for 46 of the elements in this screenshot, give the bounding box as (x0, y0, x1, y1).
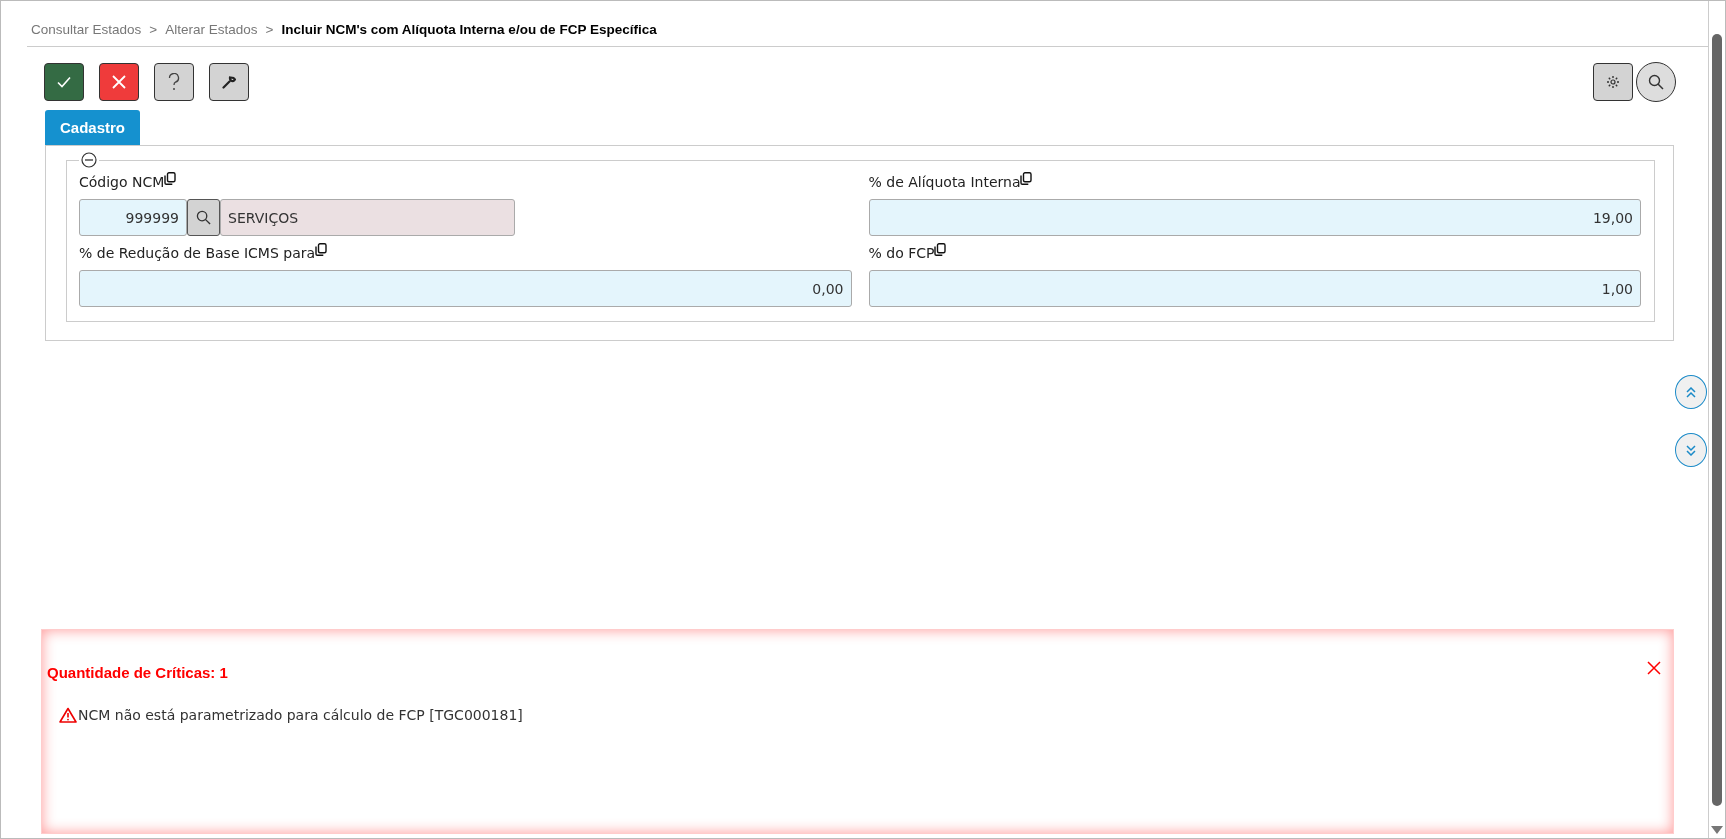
wrench-icon (222, 75, 236, 89)
copy-icon[interactable] (934, 243, 947, 256)
scroll-down-arrow-icon[interactable] (1711, 826, 1723, 834)
close-button[interactable] (1647, 660, 1661, 675)
cancel-button[interactable] (99, 63, 139, 101)
scrollbar[interactable] (1708, 1, 1725, 838)
breadcrumb-current: Incluir NCM's com Alíquota Interna e/ou de FCP Específica (281, 22, 657, 37)
close-icon (1647, 660, 1661, 675)
settings-icon (1606, 75, 1620, 89)
field-label: % de Alíquota Interna (868, 174, 1021, 190)
close-icon (112, 75, 126, 89)
number-input[interactable]: 19,00 (868, 199, 1641, 236)
scrollbar-thumb[interactable] (1712, 34, 1722, 806)
double-chevron-down-icon (1686, 444, 1696, 456)
scroll-top-button[interactable] (1675, 375, 1707, 409)
double-chevron-up-icon (1686, 386, 1696, 398)
breadcrumb-link[interactable]: Consultar Estados (31, 22, 142, 37)
lookup-button[interactable] (187, 199, 220, 236)
breadcrumb-separator: > (265, 22, 274, 37)
collapse-icon[interactable] (81, 152, 97, 168)
copy-icon[interactable] (164, 172, 177, 185)
breadcrumb-link[interactable]: Alterar Estados (165, 22, 258, 37)
description-input[interactable]: SERVIÇOS (220, 199, 515, 236)
number-input[interactable]: 1,00 (868, 270, 1641, 307)
copy-icon[interactable] (315, 243, 328, 256)
settings-button[interactable] (1593, 63, 1633, 101)
error-count-title: Quantidade de Críticas: 1 (47, 664, 228, 681)
field-label: Código NCM (79, 174, 165, 190)
question-mark-icon (168, 73, 180, 91)
check-icon (56, 74, 72, 90)
field-label: % do FCP (868, 245, 935, 261)
search-button[interactable] (1636, 62, 1676, 102)
warning-icon (59, 707, 77, 723)
breadcrumb-separator: > (149, 22, 158, 37)
copy-icon[interactable] (1020, 172, 1033, 185)
confirm-button[interactable] (44, 63, 84, 101)
scroll-bottom-button[interactable] (1675, 433, 1707, 467)
tab[interactable]: Cadastro (45, 110, 141, 145)
field-label: % de Redução de Base ICMS para (79, 245, 316, 261)
code-input[interactable]: 999999 (79, 199, 187, 236)
error-message: NCM não está parametrizado para cálculo de FCP [TGC000181] (78, 707, 523, 723)
help-button[interactable] (154, 63, 194, 101)
search-icon (196, 210, 211, 225)
number-input[interactable]: 0,00 (79, 270, 852, 307)
tools-button[interactable] (209, 63, 249, 101)
search-icon (1648, 74, 1664, 90)
